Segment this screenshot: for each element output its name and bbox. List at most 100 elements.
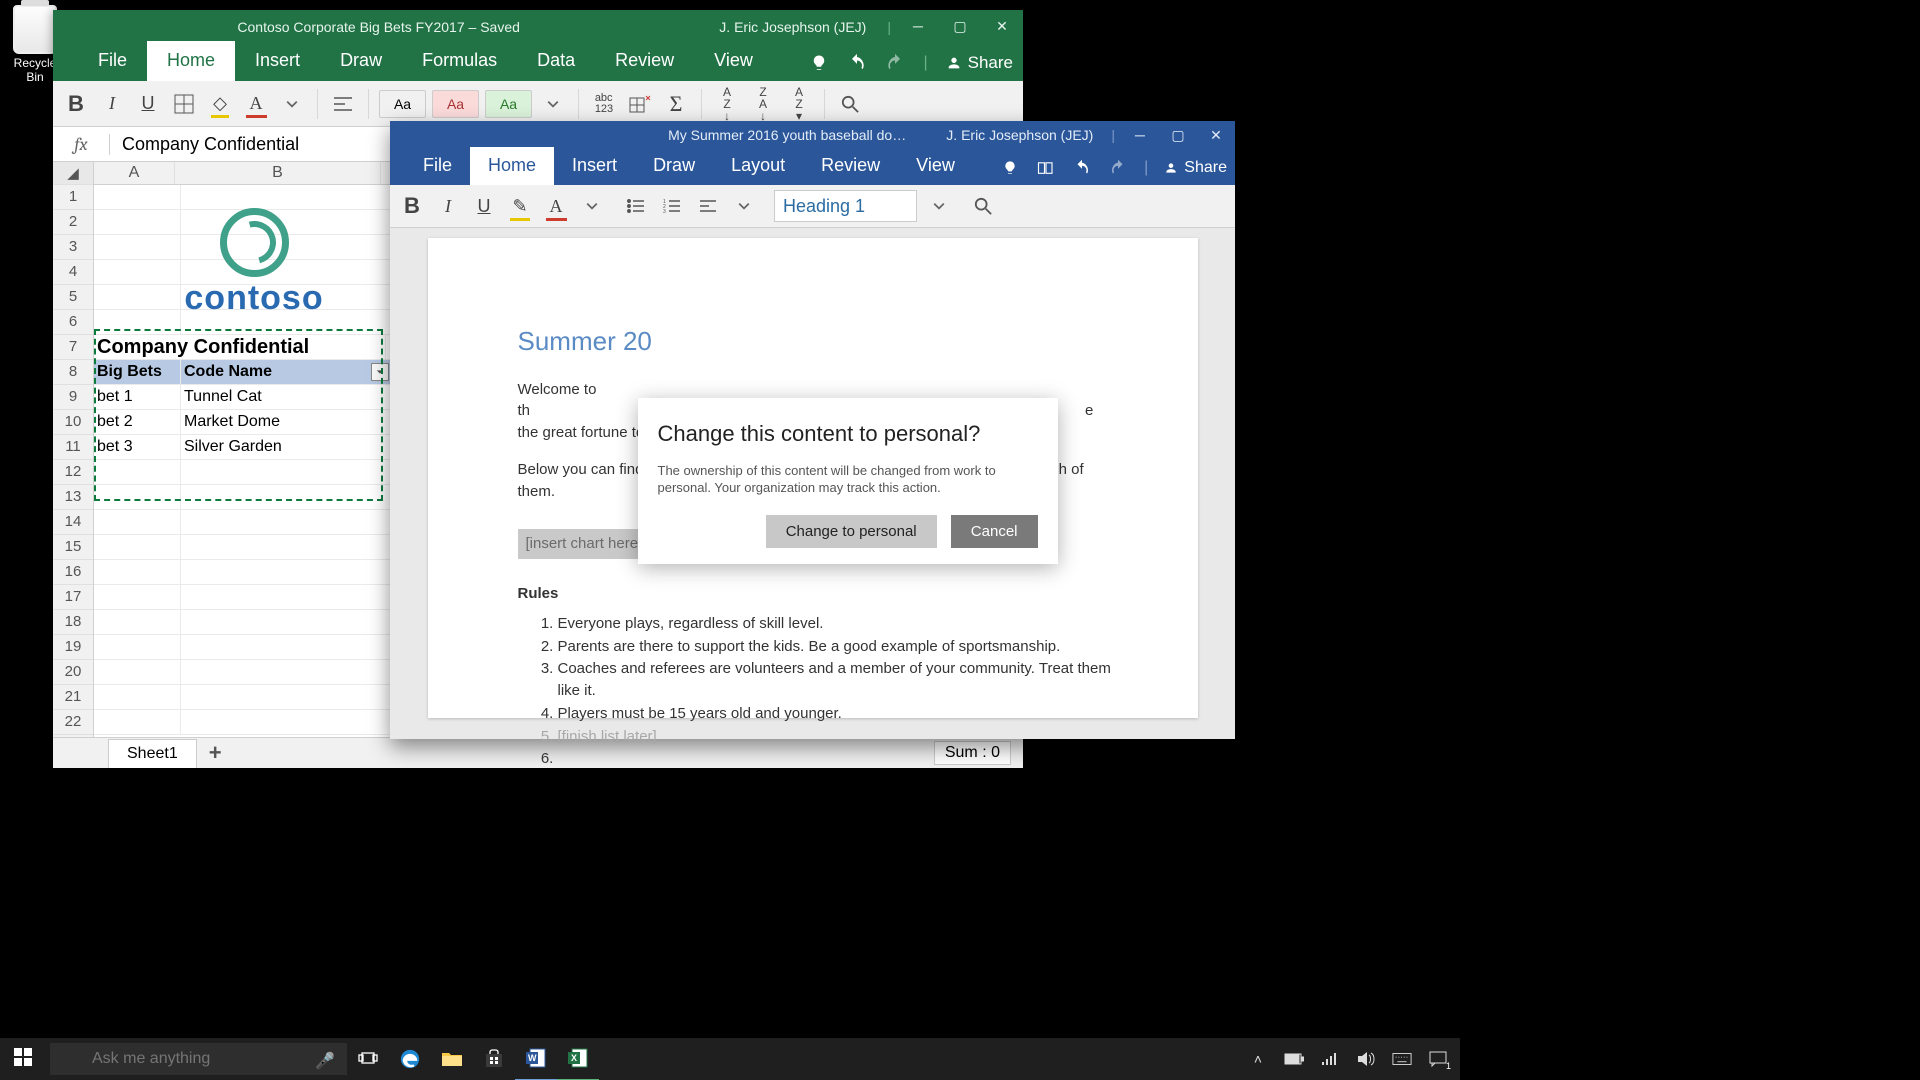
word-tab-view[interactable]: View bbox=[898, 147, 973, 185]
wifi-icon[interactable] bbox=[1320, 1049, 1340, 1069]
row-header[interactable]: 5 bbox=[53, 285, 93, 310]
action-center-icon[interactable]: 1 bbox=[1428, 1049, 1448, 1069]
cell-a7[interactable]: Company Confidential bbox=[94, 335, 386, 359]
font-more-button[interactable] bbox=[578, 192, 606, 220]
font-color-button[interactable]: A bbox=[241, 89, 271, 119]
tray-chevron-icon[interactable]: ˄ bbox=[1248, 1049, 1268, 1069]
word-tab-layout[interactable]: Layout bbox=[713, 147, 803, 185]
taskbar-file-explorer-icon[interactable] bbox=[431, 1038, 473, 1080]
row-header[interactable]: 14 bbox=[53, 510, 93, 535]
row-header[interactable]: 10 bbox=[53, 410, 93, 435]
taskbar-excel-icon[interactable]: X bbox=[557, 1037, 599, 1080]
cell[interactable]: Market Dome bbox=[181, 410, 393, 434]
microphone-icon[interactable]: 🎤 bbox=[315, 1051, 335, 1071]
cell[interactable]: Tunnel Cat bbox=[181, 385, 393, 409]
find-icon[interactable] bbox=[969, 192, 997, 220]
search-input[interactable] bbox=[50, 1043, 347, 1075]
table-header-bigbets[interactable]: Big Bets bbox=[94, 360, 181, 384]
word-minimize-button[interactable]: ─ bbox=[1121, 121, 1159, 149]
excel-minimize-button[interactable]: ─ bbox=[897, 10, 939, 43]
row-header[interactable]: 3 bbox=[53, 235, 93, 260]
font-more-button[interactable] bbox=[277, 89, 307, 119]
sort-custom-icon[interactable]: AZ▾ bbox=[784, 89, 814, 119]
column-header-a[interactable]: A bbox=[94, 162, 175, 184]
excel-tab-home[interactable]: Home bbox=[147, 41, 235, 81]
row-header[interactable]: 20 bbox=[53, 660, 93, 685]
sort-filter-icon[interactable]: abc 123 bbox=[589, 89, 619, 119]
excel-close-button[interactable]: ✕ bbox=[981, 10, 1023, 43]
redo-icon[interactable] bbox=[885, 53, 905, 73]
battery-icon[interactable] bbox=[1284, 1049, 1304, 1069]
add-sheet-button[interactable]: + bbox=[197, 735, 234, 771]
cell[interactable]: Silver Garden bbox=[181, 435, 393, 459]
excel-tab-insert[interactable]: Insert bbox=[235, 41, 320, 81]
numbered-list-icon[interactable]: 123 bbox=[658, 192, 686, 220]
align-button[interactable] bbox=[328, 89, 358, 119]
paragraph-more-button[interactable] bbox=[730, 192, 758, 220]
start-button[interactable] bbox=[0, 1048, 46, 1071]
row-header[interactable]: 12 bbox=[53, 460, 93, 485]
row-header[interactable]: 7 bbox=[53, 335, 93, 360]
row-header[interactable]: 16 bbox=[53, 560, 93, 585]
keyboard-icon[interactable] bbox=[1392, 1049, 1412, 1069]
excel-tab-review[interactable]: Review bbox=[595, 41, 694, 81]
style-more-button[interactable] bbox=[925, 192, 953, 220]
tell-me-icon[interactable] bbox=[809, 53, 829, 73]
excel-tab-draw[interactable]: Draw bbox=[320, 41, 402, 81]
autosum-icon[interactable]: Σ bbox=[661, 89, 691, 119]
sort-desc-icon[interactable]: ZA↓ bbox=[748, 89, 778, 119]
filter-dropdown-icon[interactable] bbox=[371, 363, 389, 381]
borders-button[interactable] bbox=[169, 89, 199, 119]
font-color-button[interactable]: A bbox=[542, 192, 570, 220]
excel-maximize-button[interactable]: ▢ bbox=[939, 10, 981, 43]
row-header[interactable]: 18 bbox=[53, 610, 93, 635]
cell-style-normal[interactable]: Aa bbox=[379, 90, 426, 118]
word-share-button[interactable]: Share bbox=[1164, 159, 1227, 177]
excel-tab-data[interactable]: Data bbox=[517, 41, 595, 81]
row-header[interactable]: 4 bbox=[53, 260, 93, 285]
row-header[interactable]: 17 bbox=[53, 585, 93, 610]
row-header[interactable]: 21 bbox=[53, 685, 93, 710]
style-selector[interactable]: Heading 1 bbox=[774, 190, 917, 222]
undo-icon[interactable] bbox=[1072, 158, 1092, 178]
cortana-search[interactable]: 🎤 bbox=[50, 1043, 347, 1075]
excel-tab-view[interactable]: View bbox=[694, 41, 773, 81]
underline-button[interactable]: U bbox=[133, 89, 163, 119]
select-all-corner[interactable]: ◢ bbox=[53, 162, 93, 185]
cell[interactable]: bet 2 bbox=[94, 410, 181, 434]
italic-button[interactable]: I bbox=[97, 89, 127, 119]
word-tab-review[interactable]: Review bbox=[803, 147, 898, 185]
excel-tab-file[interactable]: File bbox=[78, 41, 147, 81]
task-view-button[interactable] bbox=[347, 1038, 389, 1080]
row-header[interactable]: 2 bbox=[53, 210, 93, 235]
align-icon[interactable] bbox=[694, 192, 722, 220]
undo-icon[interactable] bbox=[847, 53, 867, 73]
excel-titlebar[interactable]: Contoso Corporate Big Bets FY2017 – Save… bbox=[53, 10, 1023, 43]
row-header[interactable]: 22 bbox=[53, 710, 93, 735]
word-tab-draw[interactable]: Draw bbox=[635, 147, 713, 185]
row-header[interactable]: 15 bbox=[53, 535, 93, 560]
row-header[interactable]: 6 bbox=[53, 310, 93, 335]
underline-button[interactable]: U bbox=[470, 192, 498, 220]
cell[interactable]: bet 3 bbox=[94, 435, 181, 459]
word-tab-file[interactable]: File bbox=[405, 147, 470, 185]
excel-tab-formulas[interactable]: Formulas bbox=[402, 41, 517, 81]
reading-view-icon[interactable] bbox=[1036, 158, 1056, 178]
volume-icon[interactable] bbox=[1356, 1049, 1376, 1069]
insert-delete-icon[interactable] bbox=[625, 89, 655, 119]
sort-asc-icon[interactable]: AZ↓ bbox=[712, 89, 742, 119]
excel-share-button[interactable]: Share bbox=[946, 53, 1013, 73]
italic-button[interactable]: I bbox=[434, 192, 462, 220]
row-header[interactable]: 8 bbox=[53, 360, 93, 385]
sheet-tab[interactable]: Sheet1 bbox=[108, 739, 197, 768]
cancel-button[interactable]: Cancel bbox=[951, 515, 1038, 548]
redo-icon[interactable] bbox=[1108, 158, 1128, 178]
taskbar-edge-icon[interactable] bbox=[389, 1038, 431, 1080]
word-close-button[interactable]: ✕ bbox=[1197, 121, 1235, 149]
highlight-button[interactable]: ✎ bbox=[506, 192, 534, 220]
bold-button[interactable]: B bbox=[61, 89, 91, 119]
taskbar-store-icon[interactable] bbox=[473, 1038, 515, 1080]
bold-button[interactable]: B bbox=[398, 192, 426, 220]
row-header[interactable]: 1 bbox=[53, 185, 93, 210]
word-page[interactable]: Summer 20 Welcome to thxxxxxxxxxxxxxxxxx… bbox=[428, 238, 1198, 718]
